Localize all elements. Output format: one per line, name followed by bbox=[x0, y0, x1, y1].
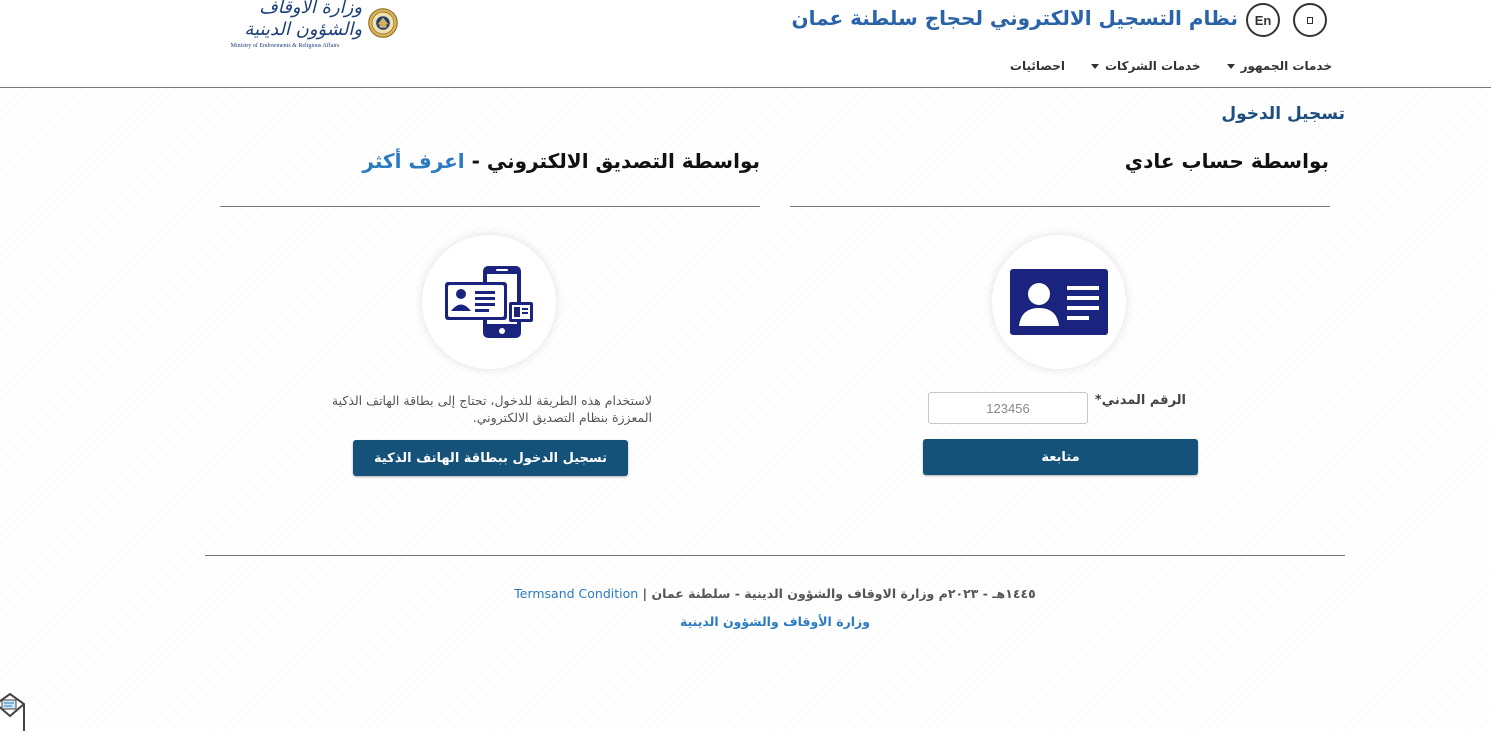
accessibility-icon bbox=[1307, 16, 1313, 24]
pki-description: لاستخدام هذه الطريقة للدخول، تحتاج إلى ب… bbox=[331, 393, 652, 425]
smart-card-login-button[interactable]: تسجيل الدخول ببطاقة الهاتف الذكية bbox=[353, 440, 628, 476]
required-mark: * bbox=[1094, 393, 1102, 408]
feedback-envelope-icon[interactable] bbox=[0, 690, 26, 731]
caret-down-icon bbox=[1090, 63, 1099, 69]
copyright-text: ١٤٤٥هـ - ٢٠٢٣م وزارة الاوقاف والشؤون الد… bbox=[651, 586, 1036, 601]
nav-item-label: خدمات الشركات bbox=[1104, 59, 1201, 73]
page: وزارة الأوقاف والشؤون الدينية Ministry o… bbox=[0, 0, 1491, 731]
site-header: وزارة الأوقاف والشؤون الدينية Ministry o… bbox=[0, 0, 1491, 88]
accessibility-button[interactable] bbox=[1293, 3, 1327, 37]
pki-heading-text: بواسطة التصديق الالكتروني - bbox=[464, 149, 760, 173]
site-title: نظام التسجيل الالكتروني لحجاج سلطنة عمان bbox=[791, 6, 1238, 30]
id-card-icon bbox=[1010, 269, 1108, 335]
smart-card-phone-icon bbox=[445, 266, 533, 338]
footer-divider bbox=[205, 555, 1345, 556]
civil-number-input[interactable] bbox=[928, 392, 1088, 424]
terms-link[interactable]: Termsand Condition bbox=[514, 586, 638, 601]
nav-item-statistics[interactable]: احصائيات bbox=[1010, 59, 1065, 73]
ministry-footer-link[interactable]: وزارة الأوقاف والشؤون الدينية bbox=[205, 614, 1345, 629]
caret-down-icon bbox=[1226, 63, 1235, 69]
footer-separator: | bbox=[638, 586, 652, 601]
pki-login-heading: بواسطة التصديق الالكتروني - اعرف أكثر bbox=[362, 149, 760, 173]
footer-copyright: ١٤٤٥هـ - ٢٠٢٣م وزارة الاوقاف والشؤون الد… bbox=[205, 586, 1345, 601]
regular-login-heading: بواسطة حساب عادي bbox=[1124, 149, 1329, 173]
pki-divider bbox=[220, 206, 760, 207]
regular-divider bbox=[790, 206, 1330, 207]
logo-arabic-text: وزارة الأوقاف والشؤون الدينية bbox=[244, 0, 363, 40]
nav-item-public-services[interactable]: خدمات الجمهور bbox=[1226, 59, 1332, 73]
nav-item-company-services[interactable]: خدمات الشركات bbox=[1090, 59, 1201, 73]
civil-number-label: الرقم المدني* bbox=[1094, 393, 1186, 408]
learn-more-link[interactable]: اعرف أكثر bbox=[362, 149, 464, 173]
id-card-icon-circle bbox=[992, 235, 1126, 369]
ministry-logo[interactable]: وزارة الأوقاف والشؤون الدينية Ministry o… bbox=[208, 0, 398, 49]
nav-item-label: احصائيات bbox=[1009, 59, 1065, 73]
main-nav: خدمات الجمهور خدمات الشركات احصائيات bbox=[980, 59, 1332, 73]
continue-button[interactable]: متابعة bbox=[923, 439, 1198, 475]
page-title: تسجيل الدخول bbox=[1221, 104, 1345, 124]
field-label-text: الرقم المدني bbox=[1101, 393, 1186, 408]
logo-text: وزارة الأوقاف والشؤون الدينية Ministry o… bbox=[208, 0, 362, 49]
smart-card-icon-circle bbox=[422, 235, 556, 369]
ministry-seal-icon bbox=[368, 8, 398, 38]
nav-item-label: خدمات الجمهور bbox=[1240, 59, 1332, 73]
logo-english-text: Ministry of Endowments & Religious Affai… bbox=[230, 43, 340, 49]
language-toggle-button[interactable]: En bbox=[1246, 3, 1280, 37]
